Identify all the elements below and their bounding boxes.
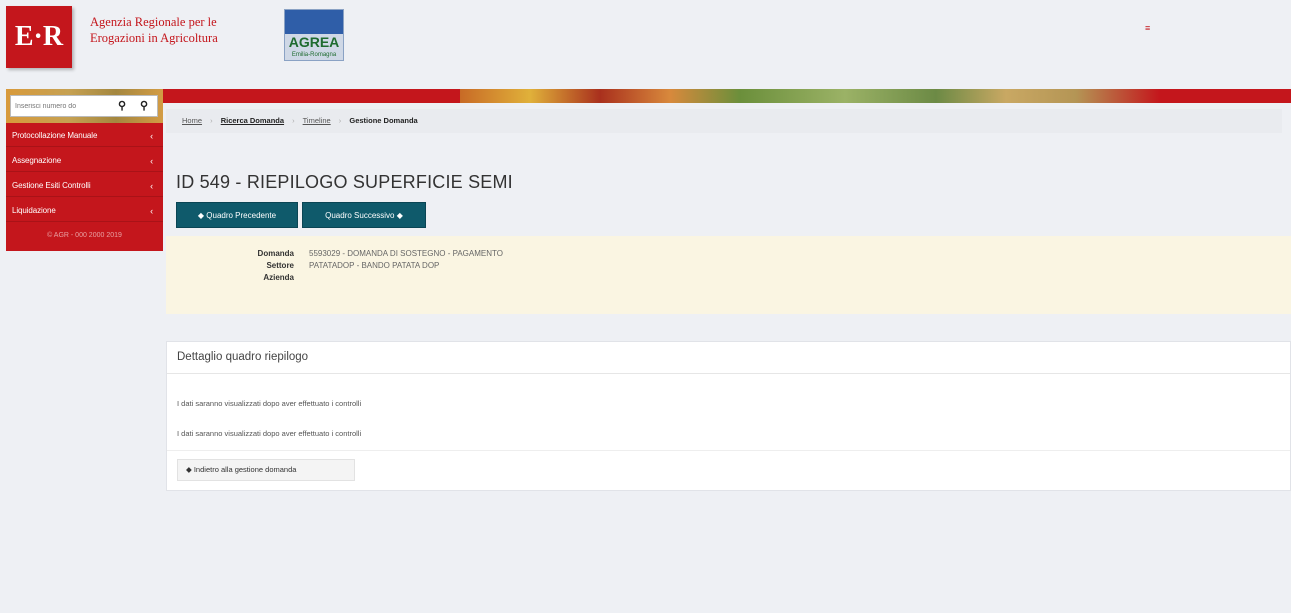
search-box: ⚲ ⚲ [10, 95, 158, 117]
agrea-logo-text: AGREA [288, 34, 340, 50]
er-logo[interactable]: E·R [6, 6, 72, 68]
sidebar-item-label: Assegnazione [12, 156, 62, 165]
agency-name: Agenzia Regionale per le Erogazioni in A… [90, 14, 218, 46]
settore-label: Settore [266, 261, 294, 270]
sidebar-item-label: Gestione Esiti Controlli [12, 181, 91, 190]
page-header: E·R Agenzia Regionale per le Erogazioni … [0, 0, 1291, 88]
hamburger-menu-icon[interactable]: ≡ [1145, 24, 1153, 33]
breadcrumb-current: Gestione Domanda [349, 116, 418, 125]
sidebar-item-assegnazione[interactable]: Assegnazione ‹ [6, 150, 163, 172]
agrea-logo[interactable]: AGREA Emilia-Romagna [284, 9, 344, 61]
page-title: ID 549 - RIEPILOGO SUPERFICIE SEMI [176, 172, 513, 192]
header-banner [162, 89, 1291, 103]
domanda-label: Domanda [257, 249, 294, 258]
settore-value: PATATADOP - BANDO PATATA DOP [309, 261, 440, 270]
azienda-label: Azienda [263, 273, 294, 282]
sidebar-search-area: ⚲ ⚲ [6, 89, 163, 123]
card-header: Dettaglio quadro riepilogo [167, 342, 1290, 374]
previous-panel-button[interactable]: ◆ Quadro Precedente [176, 202, 298, 228]
sidebar-item-gestione-esiti[interactable]: Gestione Esiti Controlli ‹ [6, 175, 163, 197]
info-row-settore: Settore PATATADOP - BANDO PATATA DOP [166, 260, 1266, 272]
breadcrumb-separator: › [338, 116, 342, 125]
application-info-panel: Domanda 5593029 - DOMANDA DI SOSTEGNO - … [166, 236, 1291, 314]
next-panel-button[interactable]: Quadro Successivo ◆ [302, 202, 426, 228]
breadcrumb-ricerca-domanda[interactable]: Ricerca Domanda [221, 116, 284, 125]
chevron-left-icon: ‹ [150, 206, 153, 216]
card-divider [167, 450, 1290, 451]
chevron-left-icon: ‹ [150, 131, 153, 141]
agrea-logo-subtext: Emilia-Romagna [291, 52, 337, 58]
search-input[interactable] [15, 99, 111, 114]
chevron-left-icon: ‹ [150, 156, 153, 166]
agency-name-line1: Agenzia Regionale per le [90, 15, 217, 29]
eu-flag-icon [285, 10, 343, 34]
back-to-application-button[interactable]: ◆ Indietro alla gestione domanda [177, 459, 355, 481]
sidebar: ⚲ ⚲ Protocollazione Manuale ‹ Assegnazio… [6, 89, 163, 251]
search-icon[interactable]: ⚲ [115, 99, 129, 113]
sidebar-item-label: Liquidazione [12, 206, 56, 215]
banner-image [460, 89, 1160, 103]
breadcrumb: Home › Ricerca Domanda › Timeline › Gest… [166, 109, 1282, 133]
sidebar-footer: © AGR - 000 2000 2019 [47, 232, 122, 239]
chevron-left-icon: ‹ [150, 181, 153, 191]
domanda-value: 5593029 - DOMANDA DI SOSTEGNO - PAGAMENT… [309, 249, 503, 258]
breadcrumb-separator: › [292, 116, 295, 125]
breadcrumb-home[interactable]: Home [182, 116, 202, 125]
info-row-azienda: Azienda [166, 272, 1266, 284]
breadcrumb-separator: › [210, 116, 213, 125]
sidebar-item-protocollazione[interactable]: Protocollazione Manuale ‹ [6, 125, 163, 147]
sidebar-item-liquidazione[interactable]: Liquidazione ‹ [6, 200, 163, 222]
card-message-1: I dati saranno visualizzati dopo aver ef… [177, 399, 362, 408]
info-row-domanda: Domanda 5593029 - DOMANDA DI SOSTEGNO - … [166, 248, 1266, 260]
detail-card: Dettaglio quadro riepilogo I dati sarann… [166, 341, 1291, 491]
sidebar-item-label: Protocollazione Manuale [12, 131, 98, 140]
breadcrumb-timeline[interactable]: Timeline [303, 116, 331, 125]
agency-name-line2: Erogazioni in Agricoltura [90, 31, 218, 45]
advanced-search-icon[interactable]: ⚲ [137, 99, 151, 113]
card-message-2: I dati saranno visualizzati dopo aver ef… [177, 429, 362, 438]
